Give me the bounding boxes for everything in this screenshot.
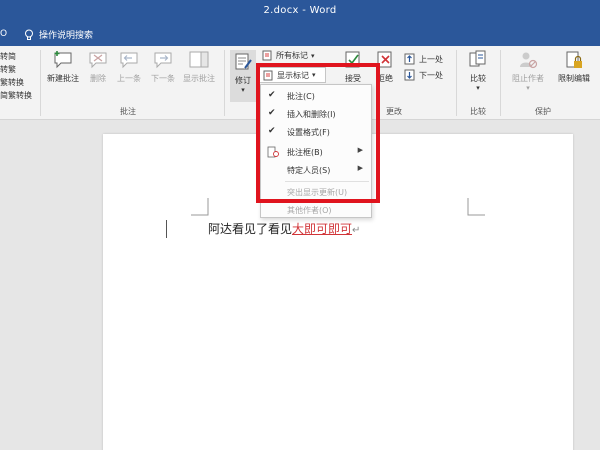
tab-partial[interactable]: O bbox=[0, 29, 7, 39]
tell-me-box[interactable]: 操作说明搜索 bbox=[24, 28, 93, 41]
track-changes-dropdown-arrow: ▾ bbox=[241, 86, 245, 94]
block-authors-label: 阻止作者 bbox=[512, 74, 544, 83]
next-comment-button[interactable]: 下一条 bbox=[148, 50, 178, 84]
tell-me-label: 操作说明搜索 bbox=[39, 31, 94, 41]
delete-comment-icon bbox=[89, 52, 107, 69]
to-simplified-button[interactable]: 转简 bbox=[0, 50, 40, 63]
menu-item-label: 特定人员(S) bbox=[287, 166, 331, 175]
previous-comment-label: 上一条 bbox=[117, 74, 141, 83]
menu-item-balloons[interactable]: 批注框(B) ▶ bbox=[261, 143, 371, 161]
accept-icon bbox=[345, 51, 360, 68]
simp-trad-convert-button[interactable]: 简繁转换 bbox=[0, 89, 40, 102]
balloons-icon bbox=[267, 146, 279, 158]
menu-item-insertions-deletions[interactable]: ✔ 插入和删除(I) bbox=[261, 105, 371, 123]
show-markup-menu: ✔ 批注(C) ✔ 插入和删除(I) ✔ 设置格式(F) 批注框(B) ▶ 特定… bbox=[260, 84, 372, 218]
menu-item-other-authors: 其他作者(O) bbox=[261, 201, 371, 219]
reject-button[interactable]: 拒绝 bbox=[372, 50, 398, 84]
show-comments-button[interactable]: 显示批注 bbox=[180, 50, 218, 84]
tab-row: O 操作说明搜索 bbox=[0, 24, 600, 46]
track-changes-button[interactable]: 修订 ▾ bbox=[230, 50, 256, 102]
show-comments-icon bbox=[189, 51, 209, 68]
new-comment-button[interactable]: 新建批注 bbox=[44, 50, 82, 84]
show-markup-dropdown[interactable]: 显示标记 ▾ bbox=[258, 67, 326, 83]
compare-icon bbox=[469, 50, 486, 67]
chinese-conversion-group: 转简 转繁 繁转换 简繁转换 bbox=[0, 50, 40, 102]
compare-button[interactable]: 比较 ▾ bbox=[465, 50, 491, 92]
next-change-label: 下一处 bbox=[419, 70, 443, 80]
restrict-editing-label: 限制编辑 bbox=[558, 74, 590, 83]
menu-item-formatting[interactable]: ✔ 设置格式(F) bbox=[261, 123, 371, 141]
document-text[interactable]: 阿达看见了看见 bbox=[208, 222, 292, 236]
changes-group-label: 更改 bbox=[386, 107, 402, 116]
compare-dropdown-arrow: ▾ bbox=[476, 84, 480, 92]
check-icon: ✔ bbox=[268, 108, 276, 118]
restrict-editing-icon bbox=[566, 51, 582, 68]
menu-item-highlight-updates: 突出显示更新(U) bbox=[261, 183, 371, 201]
submenu-arrow-icon: ▶ bbox=[357, 164, 363, 172]
new-comment-label: 新建批注 bbox=[47, 74, 79, 83]
menu-item-comments[interactable]: ✔ 批注(C) bbox=[261, 87, 371, 105]
comments-group-label: 批注 bbox=[120, 107, 136, 116]
to-traditional-button[interactable]: 转繁 bbox=[0, 63, 40, 76]
crop-mark-top-left bbox=[191, 198, 209, 216]
block-authors-dropdown-arrow: ▾ bbox=[526, 84, 530, 92]
block-authors-button[interactable]: 阻止作者 ▾ bbox=[506, 50, 550, 92]
show-markup-label: 显示标记 bbox=[277, 70, 309, 80]
document-text-line[interactable]: 阿达看见了看见大即可即可↵ bbox=[208, 220, 360, 237]
reject-label: 拒绝 bbox=[377, 74, 393, 83]
track-changes-icon bbox=[235, 53, 252, 70]
previous-change-icon bbox=[404, 53, 415, 65]
previous-change-button[interactable]: 上一处 bbox=[404, 53, 443, 65]
crop-mark-top-right bbox=[467, 198, 485, 216]
menu-item-label: 批注(C) bbox=[287, 92, 315, 101]
markup-select-dropdown[interactable]: 所有标记 ▾ bbox=[262, 50, 315, 61]
next-comment-icon bbox=[154, 52, 172, 69]
show-comments-label: 显示批注 bbox=[183, 74, 215, 83]
revision-bar bbox=[166, 220, 167, 238]
menu-item-label: 批注框(B) bbox=[287, 148, 323, 157]
chevron-down-icon: ▾ bbox=[311, 51, 315, 60]
accept-label: 接受 bbox=[345, 74, 361, 83]
menu-divider bbox=[285, 181, 369, 182]
menu-item-label: 突出显示更新(U) bbox=[287, 188, 348, 197]
accept-button[interactable]: 接受 bbox=[340, 50, 366, 84]
divider bbox=[224, 50, 225, 116]
divider bbox=[500, 50, 501, 116]
delete-comment-button[interactable]: 删除 bbox=[86, 50, 110, 84]
previous-comment-button[interactable]: 上一条 bbox=[114, 50, 144, 84]
check-icon: ✔ bbox=[268, 90, 276, 100]
markup-select-label: 所有标记 bbox=[276, 51, 308, 60]
compare-group-label: 比较 bbox=[470, 107, 486, 116]
divider bbox=[40, 50, 41, 116]
markup-icon bbox=[262, 50, 272, 61]
previous-change-label: 上一处 bbox=[419, 54, 443, 64]
menu-item-label: 插入和删除(I) bbox=[287, 110, 336, 119]
check-icon: ✔ bbox=[268, 126, 276, 136]
inserted-tracked-text[interactable]: 大即可即可 bbox=[292, 222, 352, 236]
chevron-down-icon: ▾ bbox=[312, 71, 316, 79]
menu-item-label: 设置格式(F) bbox=[287, 128, 330, 137]
next-comment-label: 下一条 bbox=[151, 74, 175, 83]
previous-comment-icon bbox=[120, 52, 138, 69]
restrict-editing-button[interactable]: 限制编辑 bbox=[552, 50, 596, 84]
menu-item-label: 其他作者(O) bbox=[287, 206, 332, 215]
paragraph-mark-icon: ↵ bbox=[352, 225, 361, 236]
track-changes-label: 修订 bbox=[235, 76, 251, 85]
next-change-button[interactable]: 下一处 bbox=[404, 69, 443, 81]
block-authors-icon bbox=[520, 52, 538, 69]
new-comment-icon bbox=[54, 51, 72, 69]
compare-label: 比较 bbox=[470, 74, 486, 83]
delete-comment-label: 删除 bbox=[90, 74, 106, 83]
protect-group-label: 保护 bbox=[535, 107, 551, 116]
divider bbox=[456, 50, 457, 116]
window-title: 2.docx - Word bbox=[263, 5, 337, 16]
title-bar: 2.docx - Word bbox=[0, 0, 600, 24]
menu-item-specific-people[interactable]: 特定人员(S) ▶ bbox=[261, 161, 371, 179]
reject-icon bbox=[377, 51, 392, 68]
submenu-arrow-icon: ▶ bbox=[357, 146, 363, 154]
lightbulb-icon bbox=[25, 29, 33, 40]
next-change-icon bbox=[404, 69, 415, 81]
show-markup-icon bbox=[263, 70, 273, 80]
conversion-label[interactable]: 繁转换 bbox=[0, 76, 40, 89]
